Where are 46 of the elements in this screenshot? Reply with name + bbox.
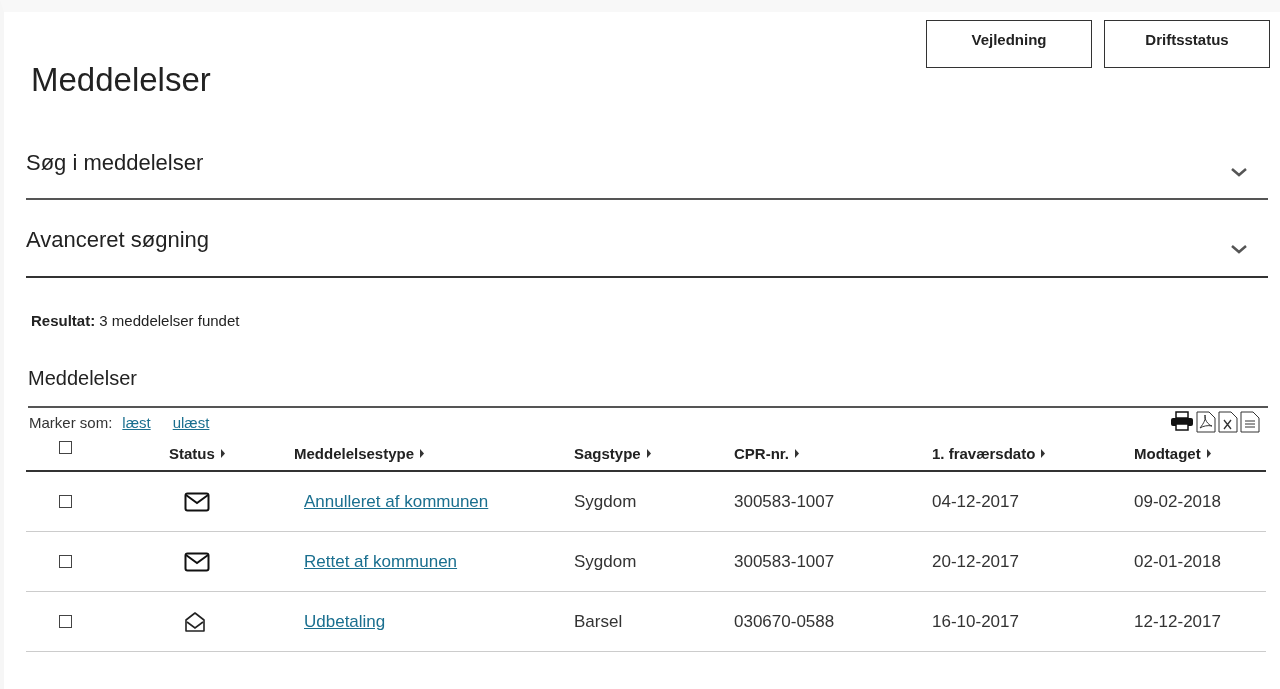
- table-cell: 20-12-2017: [932, 551, 1019, 571]
- result-text: Resultat: 3 meddelelser fundet: [31, 312, 241, 329]
- sort-caret-icon: [1040, 448, 1047, 458]
- mark-as-label: Marker som:: [29, 413, 113, 431]
- table-cell: 04-12-2017: [932, 491, 1019, 511]
- table-cell: 02-01-2018: [1134, 551, 1221, 571]
- table-cell: 030670-0588: [734, 611, 835, 631]
- sort-caret-icon: [645, 448, 652, 458]
- page-title: Meddelelser: [31, 60, 211, 100]
- excel-file-icon[interactable]: [1218, 411, 1238, 433]
- table-cell: 300583-1007: [734, 491, 835, 511]
- row-checkbox[interactable]: [58, 495, 72, 508]
- column-header[interactable]: 1. fraværsdato: [932, 444, 1036, 462]
- column-header[interactable]: Modtaget: [1134, 444, 1201, 462]
- table-cell: 12-12-2017: [1134, 611, 1221, 631]
- sort-caret-icon: [219, 448, 226, 458]
- message-type-link[interactable]: Rettet af kommunen: [304, 551, 458, 571]
- table-cell: 09-02-2018: [1134, 491, 1221, 511]
- pdf-file-icon[interactable]: [1196, 411, 1216, 433]
- table-cell: Sygdom: [574, 491, 637, 511]
- table-cell: 16-10-2017: [932, 611, 1019, 631]
- accordion-header[interactable]: Avanceret søgning: [26, 200, 1268, 278]
- sort-caret-icon: [419, 448, 426, 458]
- chevron-icon: [1230, 167, 1248, 177]
- select-all-checkbox[interactable]: [58, 440, 72, 454]
- column-header[interactable]: CPR-nr.: [734, 444, 789, 462]
- message-type-link[interactable]: Annulleret af kommunen: [304, 491, 489, 511]
- column-header[interactable]: Status: [169, 444, 215, 462]
- table-cell: Sygdom: [574, 551, 637, 571]
- mark-link[interactable]: ulæst: [172, 413, 210, 431]
- row-checkbox[interactable]: [58, 555, 72, 568]
- list-title: Meddelelser: [28, 367, 1268, 408]
- sort-caret-icon: [1205, 448, 1212, 458]
- column-header[interactable]: Sagstype: [574, 444, 641, 462]
- message-type-link[interactable]: Udbetaling: [304, 611, 386, 631]
- column-header[interactable]: Meddelelsestype: [294, 444, 415, 462]
- accordion-header[interactable]: Søg i meddelelser: [26, 124, 1268, 200]
- header-button[interactable]: Driftsstatus: [1104, 20, 1270, 68]
- header-button[interactable]: Vejledning: [926, 20, 1092, 68]
- sort-caret-icon: [794, 448, 800, 458]
- table-cell: 300583-1007: [734, 551, 835, 571]
- row-checkbox[interactable]: [58, 615, 72, 628]
- chevron-icon: [1230, 244, 1248, 254]
- table-cell: Barsel: [574, 611, 623, 631]
- mark-link[interactable]: læst: [122, 413, 151, 431]
- print-icon[interactable]: [1170, 411, 1194, 431]
